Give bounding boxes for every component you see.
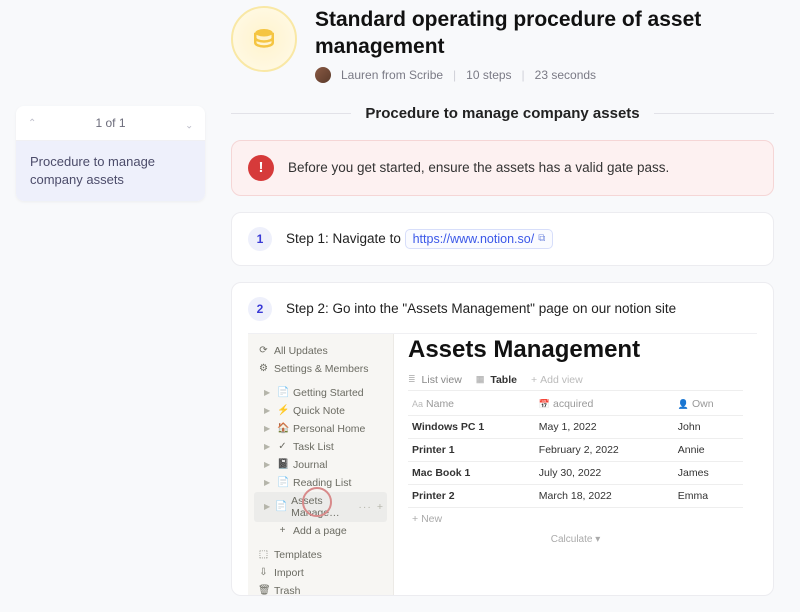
alert-card: ! Before you get started, ensure the ass… [231,140,774,196]
notion-calculate: Calculate ▾ [408,530,743,549]
notion-main: Assets Management ≣List view ▦Table + Ad… [394,334,757,595]
duration: 23 seconds [535,68,596,82]
table-row: Windows PC 1May 1, 2022John [408,415,743,438]
table-row: Printer 1February 2, 2022Annie [408,438,743,461]
toc-card: ⌃ 1 of 1 ⌃ Procedure to manage company a… [16,106,205,201]
toc-next[interactable]: ⌃ [185,118,193,129]
step-1-card: 1 Step 1: Navigate to https://www.notion… [231,212,774,266]
notion-import: ⇩Import [254,564,387,582]
table-row: Mac Book 1July 30, 2022James [408,461,743,484]
alert-text: Before you get started, ensure the asset… [288,160,669,175]
step-2-text: Step 2: Go into the "Assets Management" … [286,301,676,316]
author-avatar [315,67,331,83]
notion-trash: 🗑Trash [254,582,387,595]
add-view-tab: + Add view [531,374,583,386]
list-view-tab: ≣List view [408,374,462,386]
step-number: 1 [248,227,272,251]
section-title: Procedure to manage company assets [351,105,653,122]
toc-sidebar: ⌃ 1 of 1 ⌃ Procedure to manage company a… [0,0,205,612]
doc-icon [231,6,297,72]
notion-view-tabs: ≣List view ▦Table + Add view [408,374,743,391]
plus-icon: + [377,501,383,513]
notion-page: ▶✓Task List [254,438,387,456]
notion-page: ▶📓Journal [254,456,387,474]
step-number: 2 [248,297,272,321]
step-1-link[interactable]: https://www.notion.so/ ⧉ [405,229,554,249]
more-icon: ··· [358,501,372,513]
notion-settings: ⚙Settings & Members [254,360,387,378]
doc-header: Standard operating procedure of asset ma… [231,6,774,83]
external-link-icon: ⧉ [538,233,545,244]
toc-item[interactable]: Procedure to manage company assets [16,141,205,201]
toc-counter: 1 of 1 [95,116,125,130]
table-view-tab: ▦Table [476,374,517,386]
notion-all-updates: ⟳All Updates [254,342,387,360]
main-content: Standard operating procedure of asset ma… [205,0,800,612]
coins-icon [249,24,279,54]
notion-new-row: + New [408,508,743,530]
notion-title: Assets Management [408,336,743,364]
step-count: 10 steps [466,68,511,82]
alert-icon: ! [248,155,274,181]
step-2-card: 2 Step 2: Go into the "Assets Management… [231,282,774,596]
notion-page: ▶📄Getting Started [254,384,387,402]
notion-templates: ⬚Templates [254,546,387,564]
doc-title: Standard operating procedure of asset ma… [315,6,774,61]
notion-add-page: +Add a page [254,522,387,540]
notion-sidebar: ⟳All Updates ⚙Settings & Members ▶📄Getti… [248,334,394,595]
notion-page: ▶📄Reading List [254,474,387,492]
toc-prev[interactable]: ⌃ [28,118,36,129]
step-1-text: Step 1: Navigate to [286,231,401,246]
doc-meta: Lauren from Scribe | 10 steps | 23 secon… [315,67,774,83]
notion-page-selected: ▶📄Assets Manage…··· + [254,492,387,522]
table-row: Printer 2March 18, 2022Emma [408,484,743,507]
notion-table: AaName 📅acquired 👤Own Windows PC 1May 1,… [408,393,743,508]
section-divider: Procedure to manage company assets [231,105,774,122]
notion-page: ▶⚡Quick Note [254,402,387,420]
notion-page: ▶🏠Personal Home [254,420,387,438]
author-name: Lauren from Scribe [341,68,443,82]
step-screenshot: ⟳All Updates ⚙Settings & Members ▶📄Getti… [248,333,757,595]
